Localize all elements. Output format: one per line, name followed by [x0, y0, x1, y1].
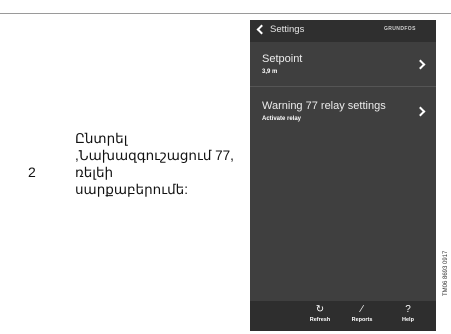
- app-header: Settings GRUNDFOS: [250, 20, 436, 42]
- reports-button[interactable]: ∕ Reports: [340, 304, 384, 324]
- refresh-button[interactable]: ↻ Refresh: [298, 304, 342, 324]
- header-title: Settings: [270, 24, 305, 35]
- reports-label: Reports: [351, 317, 373, 323]
- phone-screen: Settings GRUNDFOS Setpoint 3,9 m Warning…: [250, 20, 436, 331]
- chevron-left-icon[interactable]: [256, 24, 267, 35]
- item-title: Setpoint: [262, 53, 303, 65]
- item-divider: [250, 86, 436, 87]
- item-title: Warning 77 relay settings: [262, 100, 386, 112]
- refresh-label: Refresh: [309, 317, 331, 323]
- refresh-icon: ↻: [315, 304, 325, 315]
- bottom-toolbar: ↻ Refresh ∕ Reports ? Help: [250, 301, 436, 331]
- help-label: Help: [402, 317, 414, 323]
- top-divider: [0, 13, 451, 14]
- brand-logo: GRUNDFOS: [384, 26, 416, 32]
- item-subtitle: 3,9 m: [262, 69, 278, 75]
- question-mark-icon: ?: [405, 304, 411, 315]
- pencil-icon: ∕: [361, 304, 363, 315]
- help-button[interactable]: ? Help: [386, 304, 430, 324]
- document-id: TM06 8693 0917: [443, 250, 449, 296]
- chevron-right-icon: [415, 59, 426, 70]
- settings-item-warning-77-relay[interactable]: Warning 77 relay settings Activate relay: [250, 94, 436, 132]
- step-instruction: Ընտրել ,Նախազգուշացում 77, ռելեի սարքաբե…: [75, 131, 234, 197]
- chevron-right-icon: [415, 106, 426, 117]
- settings-item-setpoint[interactable]: Setpoint 3,9 m: [250, 47, 436, 85]
- step-number: 2: [28, 164, 36, 180]
- item-subtitle: Activate relay: [262, 116, 302, 122]
